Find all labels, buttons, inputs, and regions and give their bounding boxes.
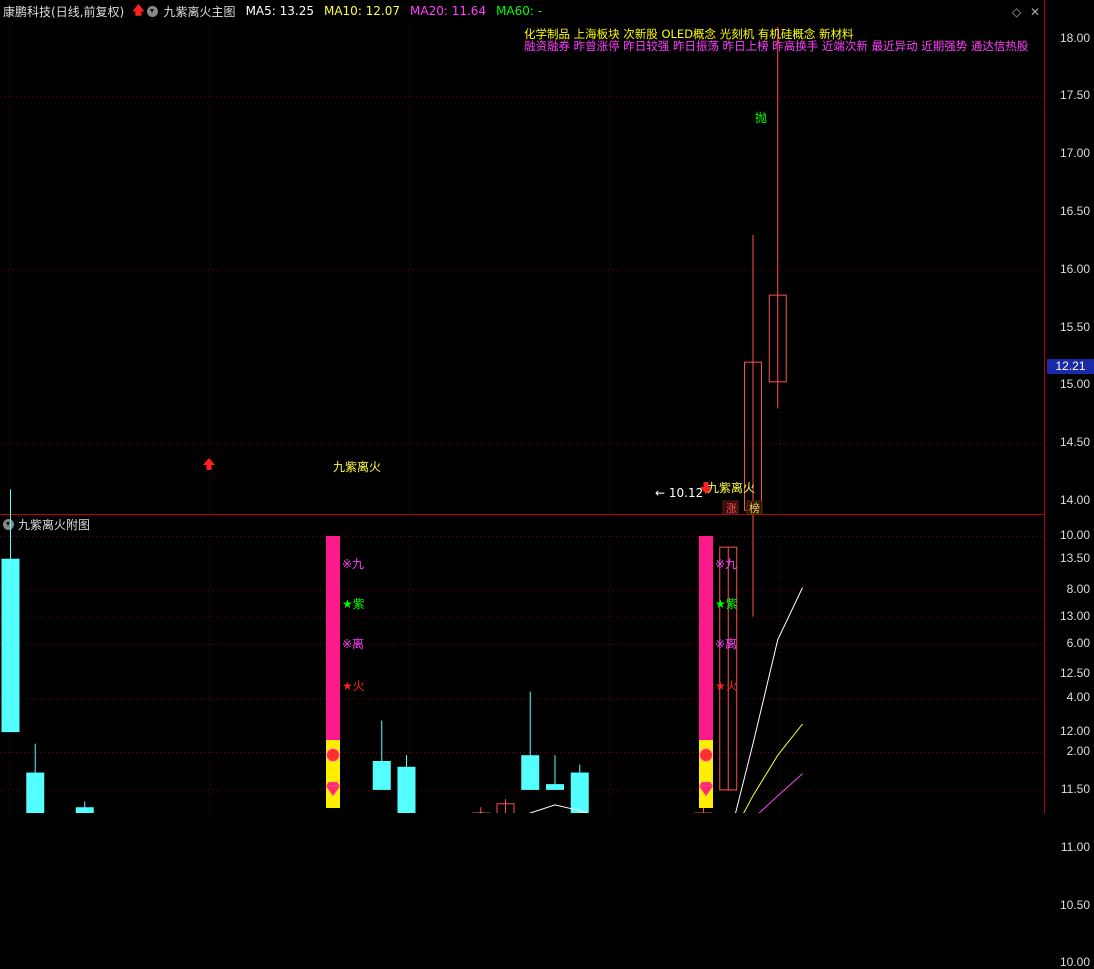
price-tick: 13.00: [1059, 608, 1090, 623]
sell-mark: 抛: [755, 110, 767, 125]
buy-arrow-icon: [203, 458, 215, 470]
price-axis[interactable]: 18.00 17.50 17.00 16.50 16.00 15.50 15.00 14.50…: [1044, 0, 1094, 969]
price-tick: 14.50: [1059, 435, 1090, 450]
sub-signal-label: ★紫: [715, 597, 738, 611]
price-tick: 16.00: [1059, 261, 1090, 276]
ball-icon: [699, 748, 713, 762]
price-tick: 12.00: [1059, 724, 1090, 739]
ball-icon: [326, 748, 340, 762]
signal-bar: [699, 536, 713, 740]
sub-signal-label: ※离: [715, 636, 737, 651]
price-tick: 17.50: [1059, 88, 1090, 103]
sub-signal-label: ★紫: [342, 597, 365, 611]
price-tick: 11.50: [1060, 781, 1090, 796]
candle-body: [26, 772, 45, 813]
sub-tick: 10.00: [1059, 528, 1090, 542]
signal-label: 九紫离火: [333, 459, 381, 474]
sub-tick: 8.00: [1066, 582, 1090, 596]
price-tick: 16.50: [1059, 203, 1090, 218]
candle-body: [521, 755, 540, 790]
price-tick: 11.00: [1060, 839, 1090, 854]
price-tick: 12.50: [1059, 666, 1090, 681]
sub-tick: 4.00: [1066, 690, 1090, 704]
price-tick: 14.00: [1059, 492, 1090, 507]
candle-body: [1, 558, 20, 733]
signal-label: 九紫离火: [707, 480, 755, 495]
sub-tick: 6.00: [1066, 636, 1090, 650]
candle-body: [75, 807, 94, 813]
price-tick: 15.50: [1059, 319, 1090, 334]
candle-body: [546, 784, 564, 790]
sub-signal-label: ※九: [715, 557, 737, 571]
kline-chart[interactable]: 九紫离火九紫离火← 10.12抛涨 榜※九★紫※离★火※九★紫※离★火: [0, 0, 1094, 813]
sub-tick: 2.00: [1066, 744, 1090, 758]
ma20-line: [758, 773, 803, 813]
price-tick: 15.00: [1059, 377, 1090, 392]
price-tick: 17.00: [1059, 146, 1090, 161]
sub-signal-label: ※九: [342, 557, 364, 571]
price-tick: 13.50: [1059, 550, 1090, 565]
sub-signal-label: ★火: [715, 679, 738, 693]
ma10-line: [576, 723, 803, 813]
limit-up-badge-label: 涨: [726, 502, 737, 515]
candle-body: [397, 766, 416, 813]
candle-body: [372, 761, 391, 790]
candle-body: [570, 772, 589, 813]
low-price-label: ← 10.12: [655, 486, 703, 500]
current-price-tag: 12.21: [1047, 359, 1094, 374]
sub-signal-label: ★火: [342, 679, 365, 693]
sub-signal-label: ※离: [342, 636, 364, 651]
board-badge-label: 榜: [749, 501, 760, 515]
price-tick: 10.50: [1059, 897, 1090, 912]
signal-bar: [326, 536, 340, 740]
price-tick: 10.00: [1059, 955, 1090, 969]
price-tick: 18.00: [1059, 30, 1090, 45]
